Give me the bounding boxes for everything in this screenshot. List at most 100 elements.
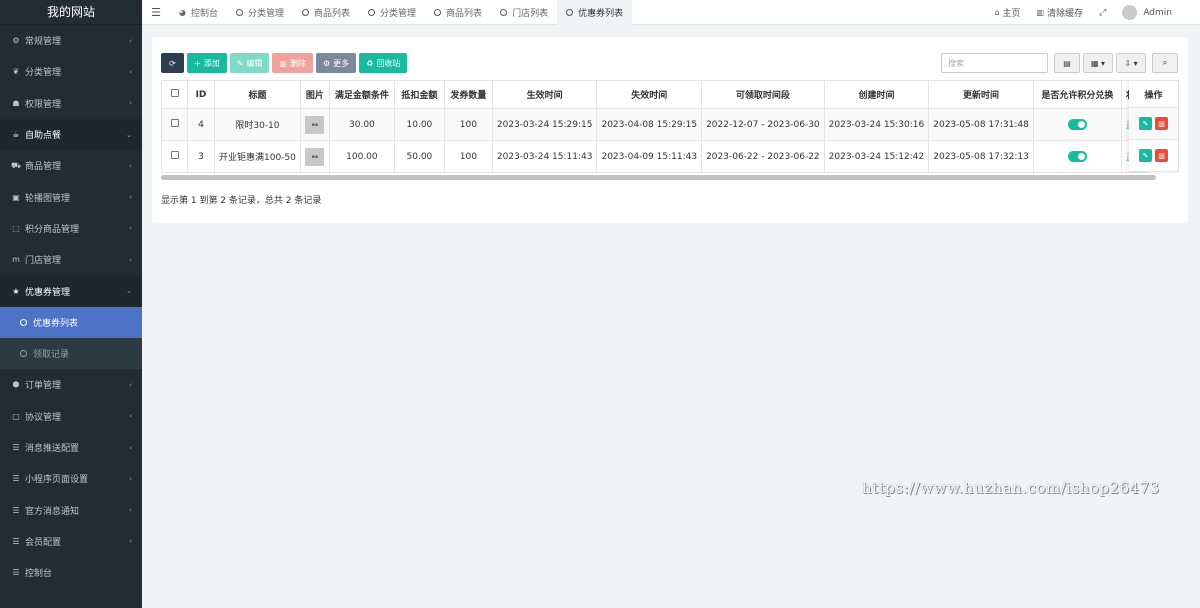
columns-dropdown[interactable]: ▦ ▾ [1083,53,1113,73]
sidebar-item[interactable]: ▣ 轮播图管理 ‹ [0,181,142,212]
more-button[interactable]: ⚙ 更多 [315,53,357,73]
tab-item[interactable]: 商品列表 [425,0,491,25]
column-header[interactable]: 发券数量 [443,80,493,109]
gears-icon: ⚙ [12,36,20,46]
row-delete-button[interactable]: ▥ [1155,149,1168,162]
tab-item[interactable]: 分类管理 [227,0,293,25]
sidebar-item[interactable]: ❦ 分类管理 ‹ [0,56,142,87]
recycle-bin-button[interactable]: ♻ 回收站 [359,53,408,73]
menu-toggle-icon[interactable]: ☰ [142,6,170,19]
circle-icon [20,318,27,326]
sidebar-item[interactable]: ☰ 消息推送配置 ‹ [0,432,142,463]
sidebar-item[interactable]: ☗ 权限管理 ‹ [0,88,142,119]
column-header[interactable]: 抵扣金额 [393,80,445,109]
fullscreen-button[interactable]: ⤢ [1091,8,1114,18]
circle-icon [302,8,310,16]
edit-button[interactable]: ✎ 编辑 [229,53,270,73]
tab-item[interactable]: 门店列表 [491,0,557,25]
operate-cell: ✎ ▥ [1129,108,1179,140]
tab-item[interactable]: 优惠券列表 [557,0,633,25]
column-header[interactable]: 更新时间 [928,80,1034,109]
user-menu[interactable]: Admin [1114,5,1200,20]
tab-item[interactable]: 分类管理 [359,0,425,25]
search-input[interactable]: 搜索 [941,53,1048,73]
row-edit-button[interactable]: ✎ [1139,149,1152,162]
select-all-checkbox[interactable] [170,89,179,97]
sidebar-item-label: 积分商品管理 [25,224,80,235]
sidebar-item[interactable]: ☕ 自助点餐 ⌄ [0,118,142,151]
avatar [1122,5,1138,20]
circle-icon [500,8,508,16]
row-delete-button[interactable]: ▥ [1155,117,1168,130]
column-header[interactable]: 创建时间 [823,80,930,109]
brand-logo[interactable]: 我的网站 [0,0,142,25]
chevron-icon: ‹ [129,161,132,170]
cell-updated: 2023-05-08 17:32:13 [928,140,1034,173]
fullscreen-icon: ⤢ [1099,7,1107,18]
tab-item[interactable]: ◕ 控制台 [170,0,227,25]
toggle-view-button[interactable]: ▤ [1054,53,1080,73]
horizontal-scrollbar[interactable] [161,175,1156,180]
sidebar-item[interactable]: ▢ 协议管理 ‹ [0,401,142,432]
sidebar-item[interactable]: ⬚ 积分商品管理 ‹ [0,213,142,244]
sidebar-subitem[interactable]: 领取记录 [0,337,142,370]
exchange-toggle-cell [1032,108,1122,141]
advanced-search-button[interactable]: ⌕ [1152,53,1178,73]
data-table: ID 标题 图片 满足金额条件 抵扣金额 发券数量 生效时间 失效时间 可领取时间段 创建时间 更新… [161,80,1179,180]
star-icon: ★ [12,286,20,296]
sidebar-item[interactable]: ☰ 控制台 [0,557,142,588]
column-header[interactable]: ID [187,80,215,109]
chevron-icon: ‹ [129,380,132,389]
sidebar-item[interactable]: ☰ 小程序页面设置 ‹ [0,463,142,494]
row-select-cell[interactable] [161,140,188,173]
sidebar-item[interactable]: ☰ 官方消息通知 ‹ [0,494,142,525]
row-checkbox[interactable] [170,119,179,127]
tab-item[interactable]: 商品列表 [293,0,359,25]
thumbnail-image[interactable]: ▪▪ [305,147,325,166]
username: Admin [1143,7,1172,18]
sidebar-item[interactable]: ☰ 会员配置 ‹ [0,526,142,557]
thumbnail-image[interactable]: ▪▪ [305,115,325,134]
store-icon: m [12,255,20,265]
export-icon: ⇩ ▾ [1124,58,1138,68]
add-button[interactable]: + 添加 [187,53,227,73]
sidebar-item[interactable]: ⬢ 订单管理 ‹ [0,369,142,400]
cell-created: 2023-03-24 15:30:16 [823,108,930,141]
clear-cache-link[interactable]: ▥ 清除缓存 [1029,6,1092,19]
exchange-toggle[interactable] [1067,119,1087,130]
cell-id: 4 [187,108,215,141]
refresh-button[interactable]: ⟳ [161,53,184,73]
circle-icon [434,8,442,16]
row-edit-button[interactable]: ✎ [1139,117,1152,130]
column-header[interactable]: 图片 [299,80,330,109]
row-select-cell[interactable] [161,108,188,141]
list-icon: ☰ [12,536,20,546]
sidebar-item[interactable]: ★ 优惠券管理 ⌄ [0,275,142,307]
export-dropdown[interactable]: ⇩ ▾ [1116,53,1146,73]
cell-updated: 2023-05-08 17:31:48 [928,108,1034,141]
sidebar-item[interactable]: ⛟ 商品管理 ‹ [0,150,142,181]
exchange-toggle[interactable] [1067,151,1087,162]
column-header[interactable]: 满足金额条件 [328,80,395,109]
row-checkbox[interactable] [170,151,179,159]
circle-icon [368,8,376,16]
column-header[interactable]: 可领取时间段 [701,80,825,109]
sidebar-item-label: 消息推送配置 [25,444,80,454]
column-header[interactable]: 生效时间 [491,80,598,109]
table-row[interactable]: 4 限时30-10 ▪▪ 30.00 10.00 100 2023-03-24 15:29:… [161,108,1149,141]
column-header[interactable]: 是否允许积分兑换 [1032,80,1122,109]
column-header[interactable]: 标题 [214,80,301,109]
recycle-icon: ♻ [366,58,374,68]
search-icon: ⌕ [1162,58,1168,67]
home-link[interactable]: ⌂ 主页 [986,6,1028,19]
sidebar-item-label: 优惠券管理 [25,287,71,298]
select-all-cell[interactable] [161,80,188,109]
table-icon: ▤ [1063,58,1071,68]
table-row[interactable]: 3 开业钜惠满100-50 ▪▪ 100.00 50.00 100 2023-03-24 1… [161,140,1149,173]
sidebar-item[interactable]: ⚙ 常规管理 ‹ [0,25,142,56]
sidebar-subitem[interactable]: 优惠券列表 [0,306,142,338]
sidebar-item[interactable]: m 门店管理 ‹ [0,244,142,275]
cell-discount: 10.00 [393,108,445,141]
column-header[interactable]: 失效时间 [596,80,703,109]
delete-button[interactable]: ▥ 删除 [272,53,313,73]
